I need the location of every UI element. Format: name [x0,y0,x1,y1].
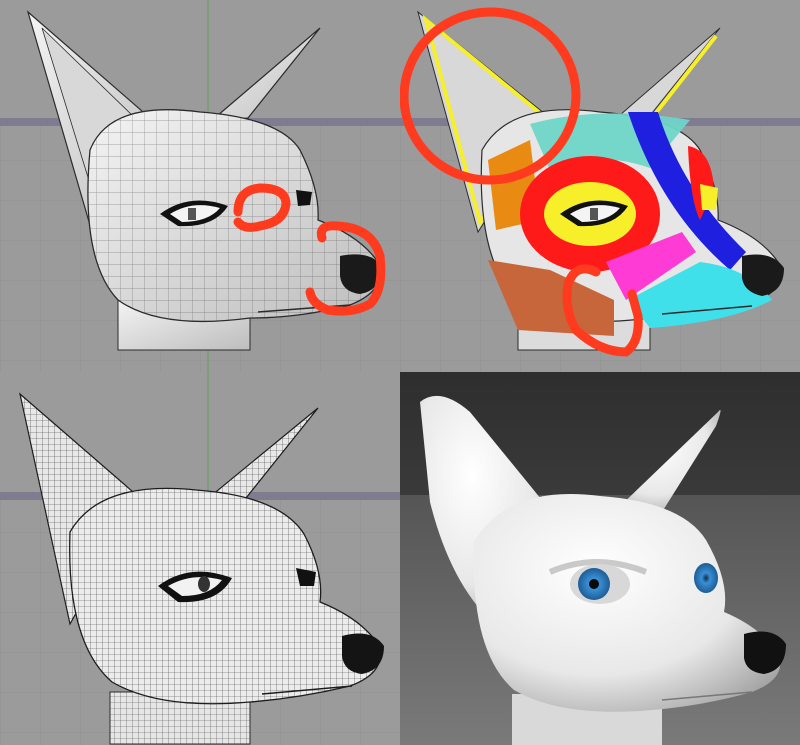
panel-render [400,372,800,745]
eye-pupil [188,208,196,220]
panel-wireframe-annotated [0,0,400,372]
fox-head-model-comparison [0,0,800,745]
viewport-canvas [0,372,400,745]
panel-topology-regions [400,0,800,372]
panel-subdivided-wireframe [0,372,400,745]
render-canvas [400,372,800,745]
eye-right [694,563,718,593]
viewport-canvas [400,0,800,372]
viewport-canvas [0,0,400,372]
